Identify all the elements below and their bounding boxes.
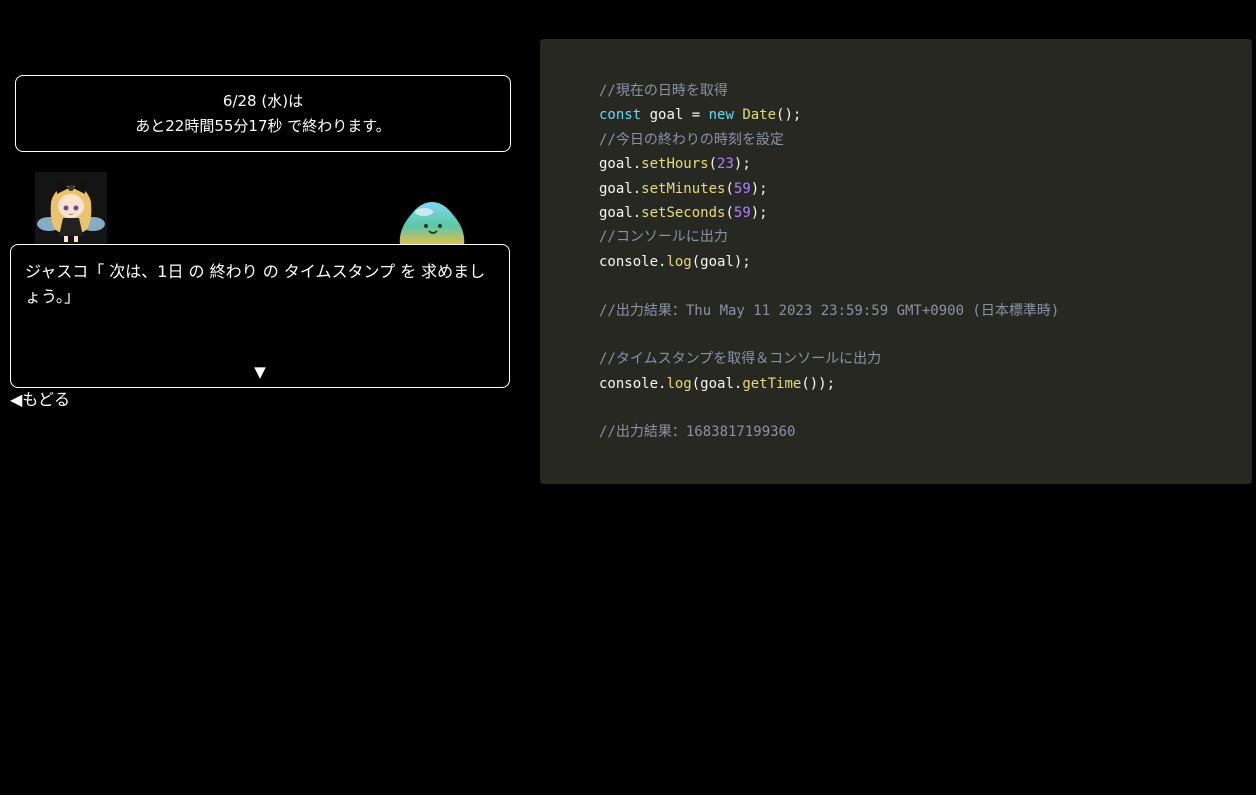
countdown-date: 6/28 (水)は	[222, 91, 304, 110]
code-keyword: new	[708, 107, 734, 124]
code-line: goal.setHours(23);	[599, 152, 1252, 176]
code-function: setSeconds	[641, 204, 726, 221]
code-panel: //現在の日時を取得 const goal = new Date(); //今日…	[540, 39, 1252, 484]
slime-icon	[399, 202, 465, 246]
code-function: Date	[742, 107, 777, 124]
code-number: 59	[733, 180, 751, 197]
slime-avatar	[396, 196, 468, 246]
code-line: //タイムスタンプを取得＆コンソールに出力	[599, 347, 1252, 371]
code-text: goal.	[599, 180, 642, 197]
code-function: log	[666, 375, 692, 392]
code-comment: //現在の日時を取得	[599, 83, 728, 99]
code-function: setHours	[641, 156, 709, 173]
code-text: console.	[599, 375, 667, 392]
code-number: 23	[717, 156, 734, 173]
code-text: (goal);	[691, 253, 751, 270]
code-function: setMinutes	[641, 180, 726, 197]
code-line: console.log(goal);	[599, 250, 1252, 274]
code-text: console.	[599, 253, 667, 270]
code-text: (	[725, 180, 734, 197]
dialog-box[interactable]: ジャスコ「 次は、1日 の 終わり の タイムスタンプ を 求めましょう。」 ▼	[10, 244, 510, 388]
code-text: ();	[776, 107, 802, 124]
code-comment: //今日の終わりの時刻を設定	[599, 131, 784, 148]
code-line: //コンソールに出力	[599, 225, 1252, 249]
code-text: goal.	[599, 156, 642, 173]
code-keyword: const	[599, 107, 642, 124]
countdown-box: 6/28 (水)は あと22時間55分17秒 で終わります。	[15, 75, 511, 152]
code-line: //出力結果：Thu May 11 2023 23:59:59 GMT+0900…	[599, 299, 1252, 323]
dialog-text: ジャスコ「 次は、1日 の 終わり の タイムスタンプ を 求めましょう。」	[25, 262, 486, 306]
code-line: //出力結果：1683817199360	[599, 420, 1252, 444]
next-arrow-icon[interactable]: ▼	[11, 363, 509, 381]
code-line: //今日の終わりの時刻を設定	[599, 128, 1252, 152]
countdown-remaining: あと22時間55分17秒 で終わります。	[135, 116, 391, 135]
code-text: (goal.	[691, 375, 743, 392]
back-link[interactable]: ◀もどる	[10, 389, 70, 411]
fairy-girl-avatar	[35, 172, 107, 244]
fairy-girl-icon	[35, 172, 107, 244]
code-text: (	[708, 156, 718, 173]
code-text: );	[733, 156, 751, 173]
code-comment: //コンソールに出力	[599, 229, 728, 246]
code-text: goal =	[641, 107, 709, 124]
code-line: goal.setSeconds(59);	[599, 201, 1252, 225]
code-text: );	[750, 204, 768, 221]
code-number: 59	[733, 204, 751, 221]
code-text: goal.	[599, 204, 642, 221]
code-text: (	[725, 204, 734, 221]
code-line: console.log(goal.getTime());	[599, 372, 1252, 396]
code-text: );	[750, 180, 768, 197]
code-function: log	[666, 253, 692, 270]
code-function: getTime	[742, 375, 802, 392]
code-comment: //出力結果：Thu May 11 2023 23:59:59 GMT+0900…	[599, 302, 1060, 319]
code-text: ());	[801, 375, 836, 392]
page: 6/28 (水)は あと22時間55分17秒 で終わります。 ジャスコ「 次は、…	[0, 0, 1256, 795]
code-line: goal.setMinutes(59);	[599, 177, 1252, 201]
code-comment: //タイムスタンプを取得＆コンソールに出力	[599, 351, 882, 368]
code-line: const goal = new Date();	[599, 103, 1252, 127]
code-line: //現在の日時を取得	[599, 79, 1252, 103]
code-comment: //出力結果：1683817199360	[599, 424, 796, 441]
